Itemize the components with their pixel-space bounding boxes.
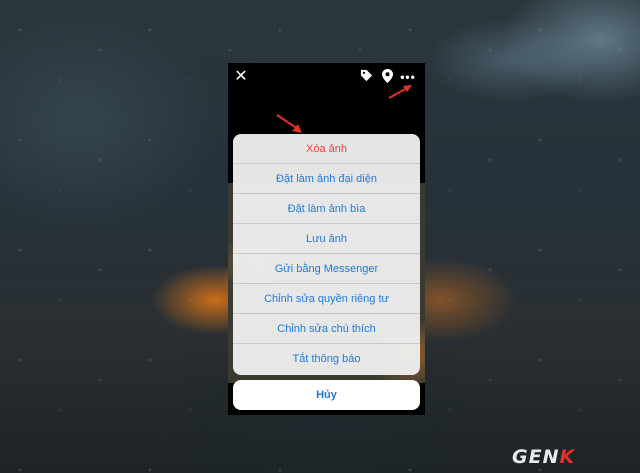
annotation-arrow-delete [276,114,302,133]
action-sheet: Xóa ảnh Đặt làm ảnh đại diện Đặt làm ảnh… [233,134,420,375]
set-cover-photo-option[interactable]: Đặt làm ảnh bìa [233,194,420,224]
save-photo-option[interactable]: Lưu ảnh [233,224,420,254]
set-profile-picture-option[interactable]: Đặt làm ảnh đại diện [233,164,420,194]
turn-off-notifications-option[interactable]: Tắt thông báo [233,344,420,375]
edit-privacy-option[interactable]: Chỉnh sửa quyền riêng tư [233,284,420,314]
edit-caption-option[interactable]: Chỉnh sửa chú thích [233,314,420,344]
delete-photo-option[interactable]: Xóa ảnh [233,134,420,164]
close-icon[interactable]: ✕ [233,69,249,85]
send-messenger-option[interactable]: Gửi bằng Messenger [233,254,420,284]
genk-logo: GENK [512,446,576,468]
cancel-button[interactable]: Hủy [233,380,420,410]
annotation-arrow-more [388,85,412,99]
tag-icon[interactable] [358,69,374,85]
